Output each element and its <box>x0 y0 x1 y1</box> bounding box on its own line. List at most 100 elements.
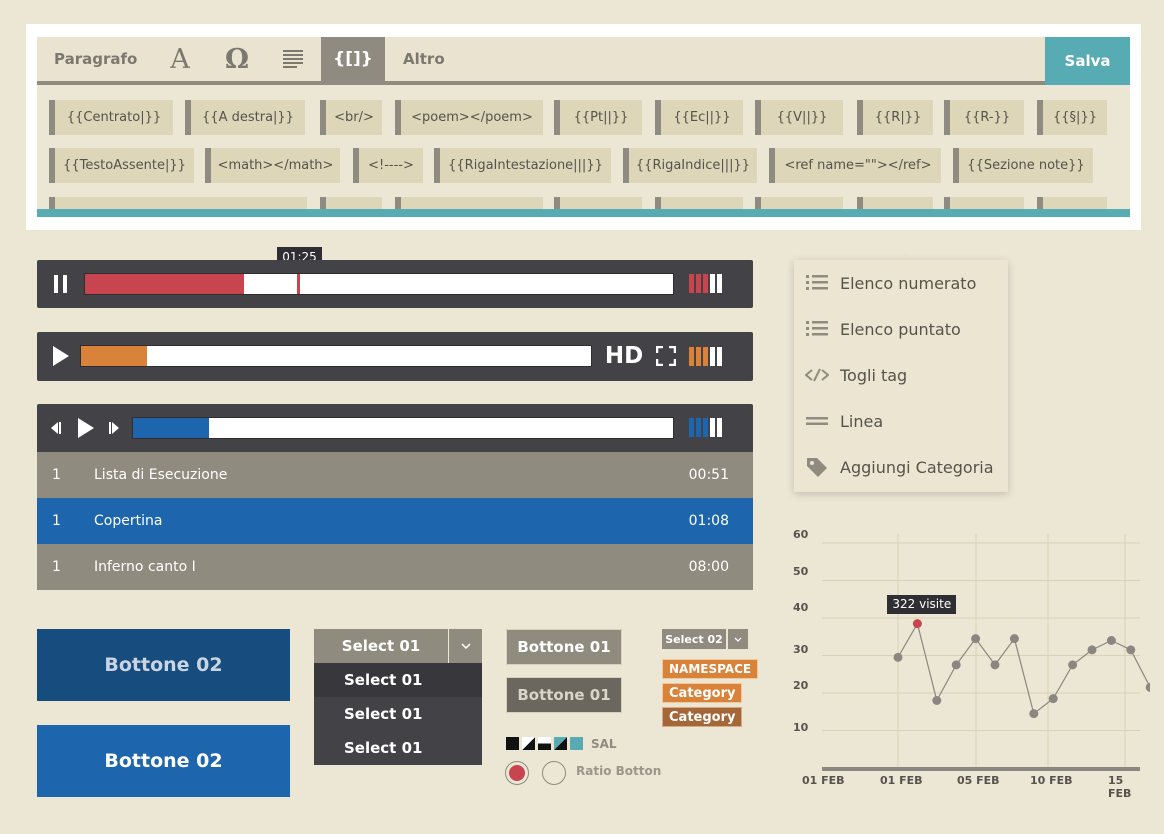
small-select[interactable]: Select 02 <box>662 629 726 649</box>
tag-button[interactable]: {{TestoAssente|}} <box>49 148 194 183</box>
hd-toggle[interactable]: HD <box>603 342 645 370</box>
progress-track[interactable] <box>84 273 674 295</box>
data-point[interactable] <box>1106 636 1116 645</box>
track-title: Copertina <box>94 513 163 529</box>
pause-icon[interactable] <box>51 274 71 294</box>
menu-item-remove-tag[interactable]: Togli tag <box>794 352 1008 398</box>
data-point[interactable] <box>1068 660 1078 670</box>
tag-button[interactable] <box>395 197 543 209</box>
save-button[interactable]: Salva <box>1045 37 1130 85</box>
data-point[interactable] <box>932 696 942 705</box>
secondary-button[interactable]: Bottone 01 <box>506 629 622 665</box>
data-point[interactable] <box>990 660 1000 670</box>
tag-button[interactable] <box>49 197 307 209</box>
tag-button[interactable]: {{R-}} <box>944 100 1024 135</box>
tag-button[interactable] <box>944 197 1024 209</box>
playlist-row[interactable]: 1 Inferno canto I 08:00 <box>37 544 753 590</box>
select-box[interactable]: Select 01 <box>314 629 448 663</box>
track-number: 1 <box>52 559 61 575</box>
primary-button-pressed[interactable]: Bottone 02 <box>37 629 290 701</box>
volume-icon[interactable] <box>689 347 722 366</box>
menu-item-numbered-list[interactable]: Elenco numerato <box>794 260 1008 306</box>
data-point[interactable] <box>1126 645 1136 655</box>
tag-button[interactable]: <ref name=""></ref> <box>769 148 941 183</box>
previous-icon[interactable] <box>47 420 63 436</box>
primary-button[interactable]: Bottone 02 <box>37 725 290 797</box>
tag-button[interactable]: {{§|}} <box>1037 100 1107 135</box>
format-menu: Elenco numerato Elenco puntato Togli tag… <box>794 260 1008 492</box>
templates-button[interactable]: {[]} <box>321 37 385 81</box>
paragraph-button[interactable]: Paragrafo <box>54 37 137 81</box>
editor-toolbar: Paragrafo A Ω {[]} Altro Salva <box>37 37 1130 85</box>
tag-button[interactable] <box>755 197 843 209</box>
data-point[interactable] <box>1029 709 1039 719</box>
data-point[interactable] <box>1087 645 1097 655</box>
volume-icon[interactable] <box>689 274 722 293</box>
tag-button[interactable]: {{R|}} <box>857 100 933 135</box>
tag-button[interactable] <box>320 197 382 209</box>
more-button[interactable]: Altro <box>403 37 445 81</box>
tag-button[interactable]: <br/> <box>320 100 382 135</box>
special-characters-icon[interactable]: Ω <box>222 37 252 81</box>
progress-handle[interactable] <box>296 274 300 294</box>
data-point[interactable] <box>1048 694 1058 704</box>
x-tick-label: 10 FEB <box>1030 774 1073 787</box>
data-point[interactable] <box>1009 634 1019 644</box>
tag-button[interactable]: {{Centrato|}} <box>49 100 173 135</box>
progress-fill <box>81 346 148 366</box>
category-label[interactable]: Category <box>662 683 743 703</box>
x-tick-label: 05 FEB <box>957 774 1000 787</box>
data-point[interactable] <box>1145 682 1150 692</box>
category-label-dark[interactable]: Category <box>662 707 743 727</box>
select-option[interactable]: Select 01 <box>314 663 482 697</box>
font-icon[interactable]: A <box>165 37 195 81</box>
next-icon[interactable] <box>107 420 123 436</box>
radio-selected[interactable] <box>505 761 529 785</box>
data-point[interactable] <box>971 634 981 644</box>
tag-button[interactable]: {{RigaIndice|||}} <box>623 148 757 183</box>
secondary-button-pressed[interactable]: Bottone 01 <box>506 677 622 713</box>
namespace-label[interactable]: NAMESPACE <box>662 659 759 679</box>
select-option[interactable]: Select 01 <box>314 697 482 731</box>
play-icon[interactable] <box>77 418 95 438</box>
audio-player-1 <box>37 260 753 308</box>
playlist-row-active[interactable]: 1 Copertina 01:08 <box>37 498 753 544</box>
x-tick-label: 01 FEB <box>802 774 845 787</box>
progress-track[interactable] <box>80 345 592 367</box>
progress-track[interactable] <box>132 417 674 439</box>
chevron-down-icon[interactable] <box>728 629 748 649</box>
data-point-highlighted[interactable] <box>912 619 922 629</box>
chevron-down-icon[interactable] <box>449 629 482 663</box>
tag-button[interactable] <box>554 197 642 209</box>
tag-button[interactable]: <!----> <box>353 148 423 183</box>
menu-item-add-category[interactable]: Aggiungi Categoria <box>794 444 1008 490</box>
tag-button[interactable]: {{RigaIntestazione|||}} <box>434 148 611 183</box>
tag-palette: {{Centrato|}} {{A destra|}} <br/> <poem>… <box>37 85 1130 209</box>
menu-pointer <box>897 252 913 260</box>
data-point[interactable] <box>893 652 903 662</box>
playlist-row[interactable]: 1 Lista di Esecuzione 00:51 <box>37 452 753 498</box>
data-point[interactable] <box>951 660 961 670</box>
volume-icon[interactable] <box>689 418 722 437</box>
tag-button[interactable]: <math></math> <box>205 148 340 183</box>
chart-tooltip: 322 visite <box>887 594 957 614</box>
tag-button[interactable]: {{A destra|}} <box>185 100 305 135</box>
track-duration: 08:00 <box>688 559 729 575</box>
tag-button[interactable]: <poem></poem> <box>395 100 543 135</box>
tag-button[interactable] <box>857 197 933 209</box>
tag-button[interactable] <box>655 197 743 209</box>
tag-button[interactable]: {{Ec||}} <box>655 100 743 135</box>
bullet-list-icon <box>805 319 829 339</box>
align-icon[interactable] <box>282 37 304 81</box>
tag-button[interactable]: {{V||}} <box>755 100 843 135</box>
menu-item-line[interactable]: Linea <box>794 398 1008 444</box>
tag-button[interactable]: {{Pt||}} <box>554 100 642 135</box>
radio-unselected[interactable] <box>542 761 566 785</box>
tag-button[interactable]: {{Sezione note}} <box>953 148 1093 183</box>
select-option[interactable]: Select 01 <box>314 731 482 765</box>
tag-button[interactable] <box>1037 197 1107 209</box>
play-icon[interactable] <box>51 346 71 366</box>
menu-item-bullet-list[interactable]: Elenco puntato <box>794 306 1008 352</box>
sal-indicator <box>506 737 583 750</box>
fullscreen-icon[interactable] <box>655 345 677 367</box>
